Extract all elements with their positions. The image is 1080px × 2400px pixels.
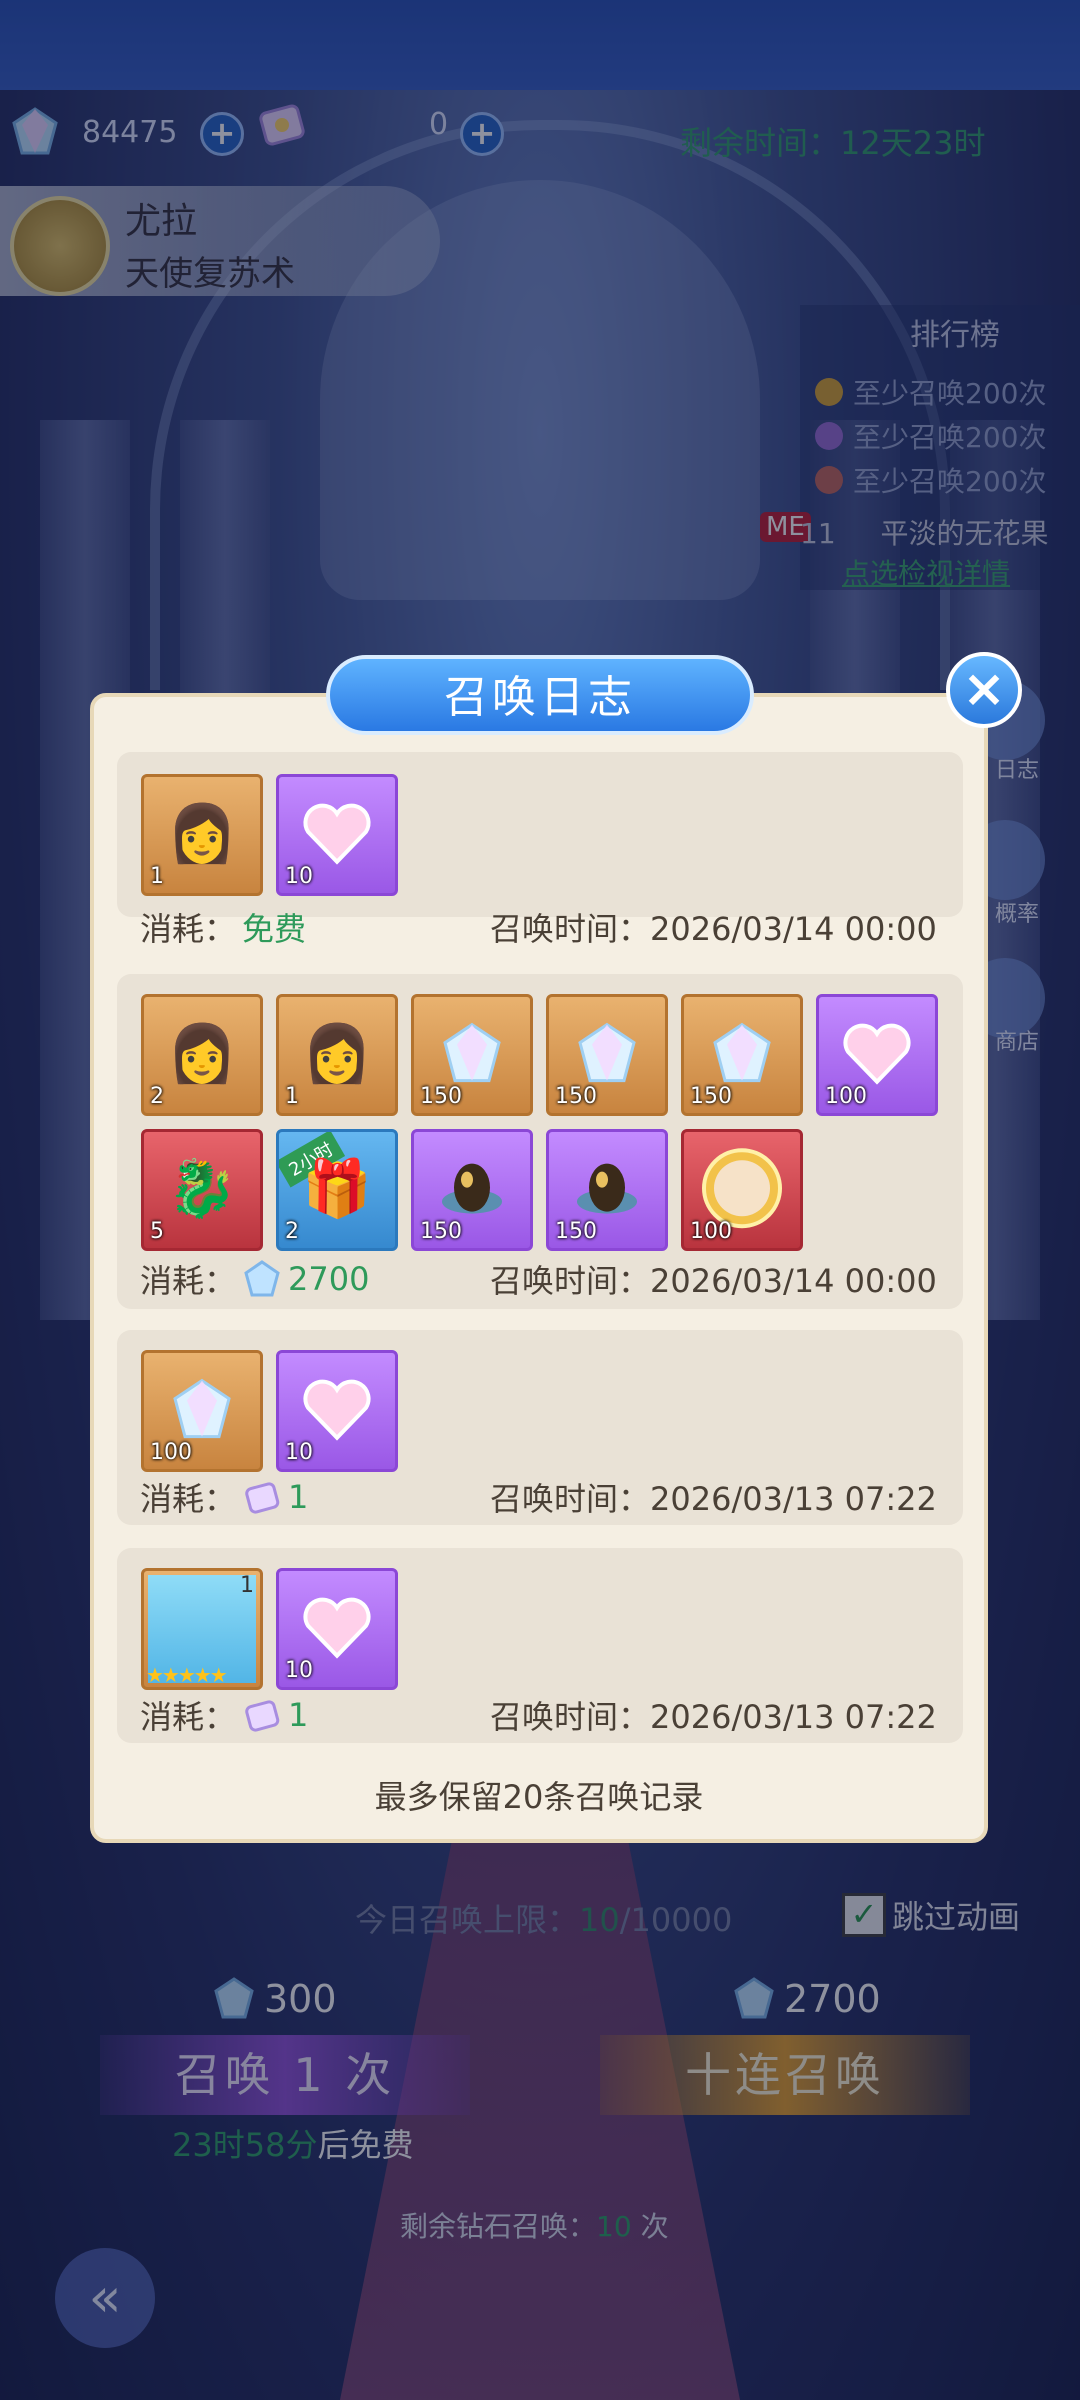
item-crystal[interactable]: 150 [411, 994, 533, 1116]
item-hero-card[interactable]: 1 ★★★★★ [141, 1568, 263, 1690]
close-icon: × [962, 659, 1006, 719]
hero-shard-icon: 👩 [167, 1021, 237, 1087]
summon-ticket-icon [245, 1482, 280, 1514]
crystal-icon [173, 1378, 231, 1439]
hero-shard-icon: 👩 [302, 1021, 372, 1087]
record-time: 召唤时间：2026/03/13 07:22 [490, 1692, 937, 1738]
crystal-icon [578, 1022, 636, 1083]
item-count: 10 [285, 1440, 313, 1465]
item-count: 1 [285, 1084, 299, 1109]
cost-value: 免费 [242, 910, 307, 948]
time-value: 2026/03/13 07:22 [650, 1480, 937, 1518]
item-dragon[interactable]: 🐉 5 [141, 1129, 263, 1251]
crystal-icon [713, 1022, 771, 1083]
item-gold-egg[interactable]: 150 [411, 1129, 533, 1251]
gold-egg-icon [577, 1163, 637, 1214]
item-count: 100 [150, 1440, 192, 1465]
record-time: 召唤时间：2026/03/13 07:22 [490, 1474, 937, 1520]
heart-gem-icon [303, 1379, 371, 1441]
cost-label: 消耗： [140, 1480, 237, 1518]
record-time: 召唤时间：2026/03/14 00:00 [490, 1256, 937, 1302]
record-cost: 消耗： 1 [140, 1474, 308, 1520]
cost-value: 2700 [288, 1260, 370, 1298]
item-count: 1 [150, 864, 164, 889]
item-count: 100 [690, 1219, 732, 1244]
item-count: 150 [555, 1084, 597, 1109]
item-purple-heart[interactable]: 10 [276, 774, 398, 896]
summon-ticket-icon [245, 1700, 280, 1732]
item-crystal[interactable]: 150 [546, 994, 668, 1116]
heart-gem-icon [843, 1023, 911, 1085]
time-value: 2026/03/14 00:00 [650, 1262, 937, 1300]
treasure-chest-icon: 🎁 [302, 1156, 372, 1222]
close-button[interactable]: × [946, 652, 1022, 728]
heart-gem-icon [303, 1597, 371, 1659]
gold-egg-icon [442, 1163, 502, 1214]
item-hero-shard[interactable]: 👩 2 [141, 994, 263, 1116]
record-cost: 消耗： 2700 [140, 1256, 369, 1302]
cost-value: 1 [288, 1478, 309, 1516]
record-cost: 消耗： 免费 [140, 904, 306, 950]
crystal-icon [443, 1022, 501, 1083]
dragon-icon: 🐉 [167, 1156, 237, 1222]
star-rating-icon: ★★★★★ [146, 1663, 228, 1687]
diamond-icon [244, 1260, 280, 1297]
item-treasure-chest[interactable]: 2小时 🎁 2 [276, 1129, 398, 1251]
record-cost: 消耗： 1 [140, 1692, 308, 1738]
cost-value: 1 [288, 1696, 309, 1734]
item-crystal[interactable]: 150 [681, 994, 803, 1116]
item-purple-heart[interactable]: 10 [276, 1350, 398, 1472]
time-label: 召唤时间： [490, 1698, 651, 1736]
item-count: 5 [150, 1219, 164, 1244]
dialog-title: 召唤日志 [326, 655, 754, 735]
item-hero-medal[interactable]: 100 [681, 1129, 803, 1251]
item-count: 150 [690, 1084, 732, 1109]
item-count: 150 [555, 1219, 597, 1244]
item-purple-heart[interactable]: 100 [816, 994, 938, 1116]
item-count: 2 [285, 1219, 299, 1244]
item-purple-heart[interactable]: 10 [276, 1568, 398, 1690]
time-label: 召唤时间： [490, 910, 651, 948]
cost-label: 消耗： [140, 910, 237, 948]
item-hero-shard[interactable]: 👩 1 [276, 994, 398, 1116]
time-value: 2026/03/14 00:00 [650, 910, 937, 948]
time-label: 召唤时间： [490, 1262, 651, 1300]
item-count: 2 [150, 1084, 164, 1109]
record-time: 召唤时间：2026/03/14 00:00 [490, 904, 937, 950]
cost-label: 消耗： [140, 1698, 237, 1736]
item-count: 100 [825, 1084, 867, 1109]
item-crystal[interactable]: 100 [141, 1350, 263, 1472]
cost-label: 消耗： [140, 1262, 237, 1300]
item-count: 1 [240, 1573, 254, 1598]
item-count: 150 [420, 1219, 462, 1244]
heart-gem-icon [303, 803, 371, 865]
item-count: 150 [420, 1084, 462, 1109]
time-value: 2026/03/13 07:22 [650, 1698, 937, 1736]
hero-shard-icon: 👩 [167, 801, 237, 867]
record-limit-note: 最多保留20条召唤记录 [374, 1778, 704, 1816]
item-gold-egg[interactable]: 150 [546, 1129, 668, 1251]
item-hero-shard[interactable]: 👩 1 [141, 774, 263, 896]
time-label: 召唤时间： [490, 1480, 651, 1518]
item-count: 10 [285, 864, 313, 889]
item-count: 10 [285, 1658, 313, 1683]
